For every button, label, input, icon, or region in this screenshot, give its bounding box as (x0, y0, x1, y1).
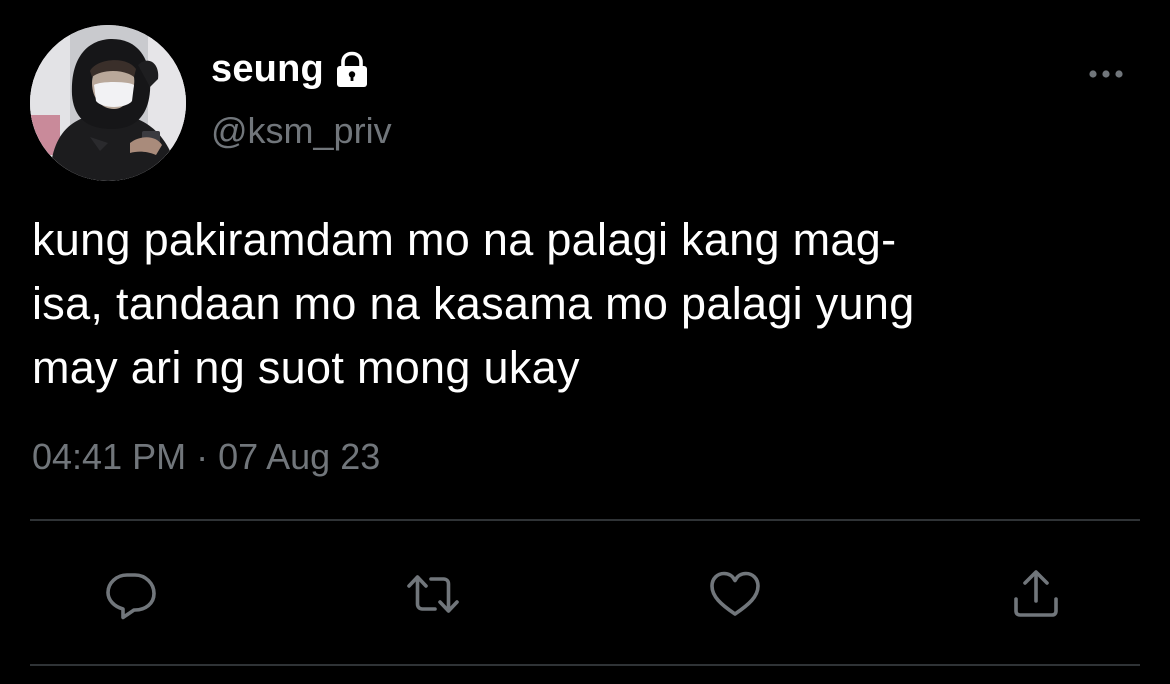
retweet-icon (407, 575, 459, 613)
reply-button[interactable] (103, 566, 159, 622)
heart-icon (710, 571, 760, 616)
divider (30, 519, 1140, 521)
retweet-button[interactable] (405, 566, 461, 622)
display-name[interactable]: seung (211, 48, 324, 91)
reply-icon (106, 573, 156, 620)
user-handle[interactable]: @ksm_priv (211, 110, 392, 152)
share-button[interactable] (1008, 566, 1064, 622)
display-name-row: seung (211, 44, 372, 94)
more-dots-icon[interactable] (1086, 62, 1126, 86)
tweet-timestamp[interactable]: 04:41 PM · 07 Aug 23 (32, 436, 380, 478)
lock-icon (332, 50, 372, 90)
share-icon (1014, 570, 1058, 617)
tweet-text-line: may ari ng suot mong ukay (32, 342, 580, 393)
tweet-card: seung @ksm_priv kung pakiramdam mo na pa… (0, 0, 1170, 684)
like-button[interactable] (707, 566, 763, 622)
tweet-text-line: isa, tandaan mo na kasama mo palagi yung (32, 278, 915, 329)
tweet-text: kung pakiramdam mo na palagi kang mag- i… (32, 208, 1142, 400)
tweet-text-line: kung pakiramdam mo na palagi kang mag- (32, 214, 897, 265)
avatar-image (30, 25, 186, 181)
avatar[interactable] (30, 25, 186, 181)
divider (30, 664, 1140, 666)
